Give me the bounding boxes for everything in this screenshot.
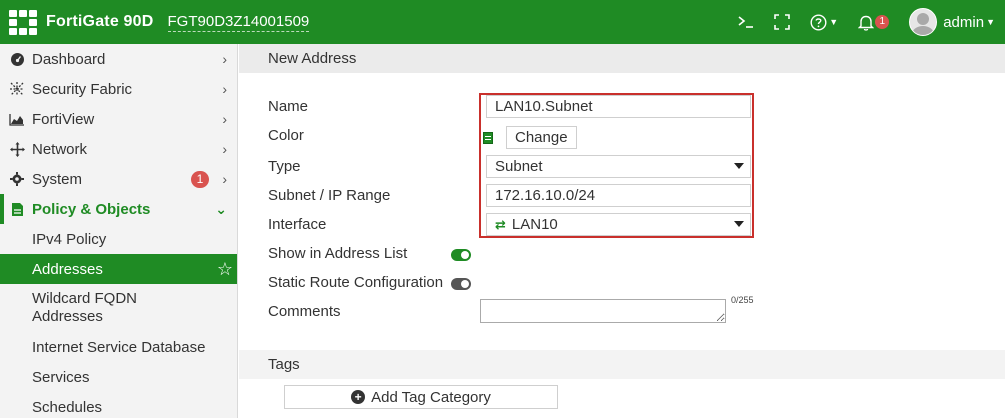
sidebar-item-label: Addresses — [32, 260, 103, 278]
subnet-value: 172.16.10.0/24 — [495, 187, 596, 204]
main-content: New Address Name LAN10.Subnet Color Chan… — [239, 44, 1005, 418]
name-value: LAN10.Subnet — [495, 98, 593, 115]
sidebar-item-system[interactable]: System 1 › — [0, 164, 237, 194]
avatar — [909, 8, 938, 36]
sidebar: Dashboard › Security Fabric › FortiView … — [0, 44, 238, 418]
subnet-field[interactable]: 172.16.10.0/24 — [486, 184, 751, 207]
page-title: New Address — [239, 44, 1005, 73]
chevron-right-icon: › — [222, 111, 227, 127]
terminal-icon[interactable] — [738, 0, 754, 44]
fortinet-logo-icon — [8, 9, 38, 35]
chevron-down-icon: ▼ — [829, 17, 839, 27]
sidebar-item-internet-service-database[interactable]: Internet Service Database — [0, 332, 237, 362]
tags-section-header: Tags — [239, 350, 1005, 379]
network-icon — [8, 141, 26, 157]
static-route-toggle[interactable] — [451, 278, 471, 290]
sidebar-item-label: Internet Service Database — [32, 338, 206, 356]
fortiview-icon — [8, 113, 26, 126]
comments-counter: 0/255 — [731, 295, 754, 305]
static-route-label: Static Route Configuration — [268, 274, 444, 291]
product-name: FortiGate 90D — [46, 13, 154, 30]
comments-label: Comments — [268, 303, 341, 320]
sidebar-item-network[interactable]: Network › — [0, 134, 237, 164]
dashboard-icon — [8, 52, 26, 67]
chevron-right-icon: › — [222, 51, 227, 67]
sidebar-item-label: System — [32, 170, 83, 188]
name-field[interactable]: LAN10.Subnet — [486, 95, 751, 118]
sidebar-item-policy-objects[interactable]: Policy & Objects ⌄ — [0, 194, 237, 224]
sidebar-item-label: Policy & Objects — [32, 200, 151, 218]
chevron-down-icon: ▼ — [986, 17, 995, 27]
bell-icon[interactable]: 1 — [858, 0, 890, 44]
name-label: Name — [268, 98, 309, 115]
sidebar-item-fortiview[interactable]: FortiView › — [0, 104, 237, 134]
chevron-right-icon: › — [222, 141, 227, 157]
system-badge: 1 — [191, 171, 209, 188]
interface-switch-icon: ⇄ — [495, 216, 506, 232]
chevron-down-icon: ⌄ — [215, 200, 227, 217]
sidebar-item-label: Dashboard — [32, 50, 106, 68]
sidebar-item-services[interactable]: Services — [0, 362, 237, 392]
star-icon[interactable]: ☆ — [217, 254, 233, 284]
color-swatch-icon[interactable] — [483, 132, 493, 144]
sidebar-item-label: FortiView — [32, 110, 95, 128]
sidebar-item-label: IPv4 Policy — [32, 230, 107, 248]
type-select[interactable]: Subnet — [486, 155, 751, 178]
alerts-badge: 1 — [875, 15, 890, 29]
show-in-list-label: Show in Address List — [268, 245, 408, 262]
change-color-button[interactable]: Change — [506, 126, 577, 149]
sidebar-item-wildcard-fqdn[interactable]: Wildcard FQDN Addresses — [0, 284, 237, 332]
interface-select[interactable]: ⇄ LAN10 — [486, 213, 751, 236]
add-tag-label: Add Tag Category — [371, 388, 491, 406]
sidebar-item-ipv4-policy[interactable]: IPv4 Policy — [0, 224, 237, 254]
color-label: Color — [268, 127, 304, 144]
sidebar-item-label: Security Fabric — [32, 80, 133, 98]
sidebar-item-addresses[interactable]: Addresses ☆ — [0, 254, 237, 284]
sidebar-item-label: Wildcard FQDN Addresses — [32, 290, 138, 325]
plus-circle-icon: + — [351, 390, 366, 404]
sidebar-item-label: Network — [32, 140, 88, 158]
policy-icon — [8, 202, 26, 217]
sidebar-item-schedules[interactable]: Schedules — [0, 392, 237, 418]
help-icon[interactable]: ▼ — [810, 0, 838, 44]
gear-icon — [8, 172, 26, 186]
fortinet-logo[interactable]: FortiGate 90D — [8, 9, 154, 35]
security-fabric-icon — [8, 81, 26, 97]
type-label: Type — [268, 158, 301, 175]
interface-value: LAN10 — [511, 216, 558, 233]
device-serial[interactable]: FGT90D3Z14001509 — [167, 13, 310, 32]
chevron-right-icon: › — [222, 171, 227, 187]
comments-input[interactable] — [480, 299, 726, 323]
add-tag-category-button[interactable]: + Add Tag Category — [284, 385, 558, 409]
sidebar-item-label: Schedules — [32, 398, 103, 416]
show-in-list-toggle[interactable] — [451, 249, 471, 261]
user-menu[interactable]: admin ▼ — [909, 0, 995, 44]
sidebar-item-security-fabric[interactable]: Security Fabric › — [0, 74, 237, 104]
chevron-down-icon — [734, 163, 744, 169]
user-name: admin — [943, 13, 985, 31]
sidebar-item-label: Services — [32, 368, 90, 386]
sidebar-item-dashboard[interactable]: Dashboard › — [0, 44, 237, 74]
fullscreen-icon[interactable] — [774, 0, 791, 44]
chevron-right-icon: › — [222, 81, 227, 97]
interface-label: Interface — [268, 216, 327, 233]
type-value: Subnet — [495, 158, 543, 175]
top-bar: FortiGate 90D FGT90D3Z14001509 ▼ 1 admin… — [0, 0, 1005, 44]
subnet-label: Subnet / IP Range — [268, 187, 391, 204]
chevron-down-icon — [734, 221, 744, 227]
